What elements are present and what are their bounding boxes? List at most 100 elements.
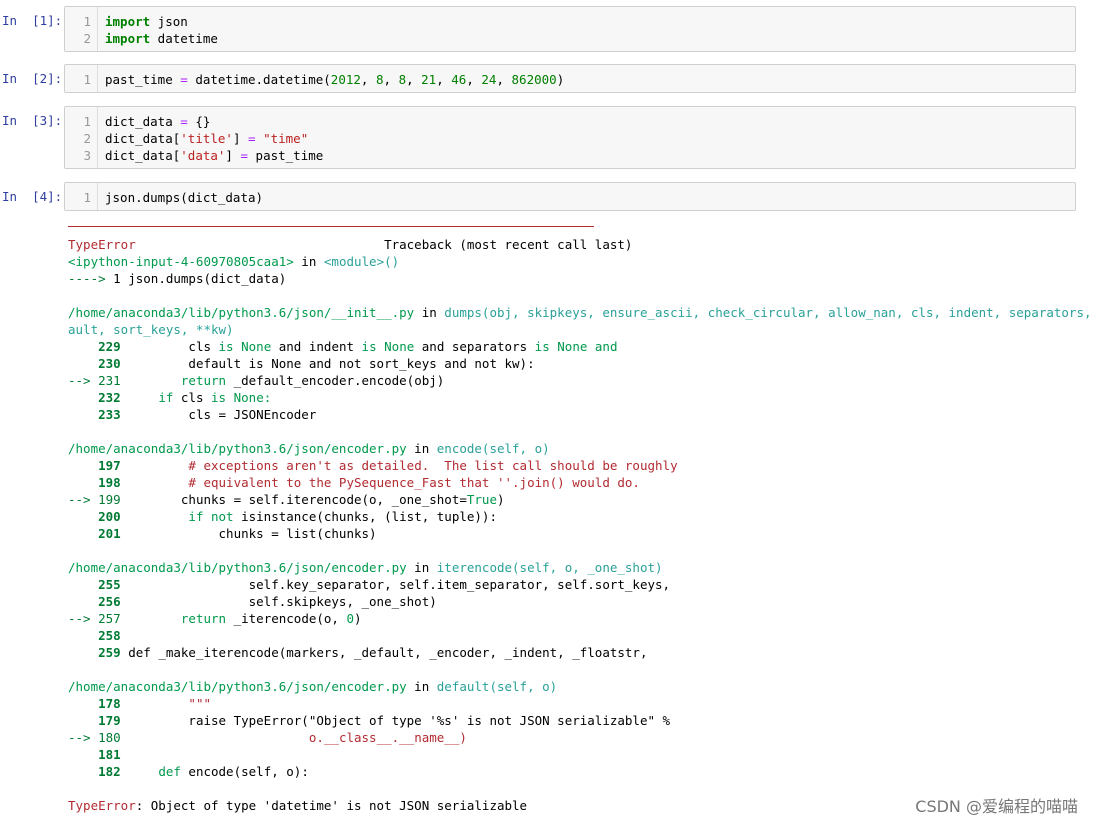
code-line: 1 import json bbox=[65, 13, 1065, 30]
traceback-token: /home/anaconda3/lib/python3.6/json/encod… bbox=[68, 560, 407, 575]
code-editor[interactable]: 1 dict_data = {} 2 dict_data['title'] = "ti… bbox=[64, 106, 1076, 169]
line-number: 1 bbox=[83, 14, 91, 29]
traceback-line: --> 180 o.__class__.__name__) bbox=[68, 729, 467, 746]
traceback-token: /home/anaconda3/lib/python3.6/json/encod… bbox=[68, 679, 407, 694]
code-token: , bbox=[406, 72, 422, 87]
code-editor[interactable]: 1 import json 2 import datetime bbox=[64, 6, 1076, 52]
traceback-token: encode(self, o) bbox=[436, 441, 550, 456]
traceback-line: 233 cls = JSONEncoder bbox=[68, 406, 316, 423]
traceback-token: 258 bbox=[68, 628, 121, 643]
traceback-token: and indent bbox=[271, 339, 362, 354]
traceback-token: isinstance(chunks, (list, tuple)): bbox=[233, 509, 497, 524]
traceback-token: None bbox=[557, 339, 588, 354]
code-token: dict_data[ bbox=[105, 131, 181, 146]
traceback-token: --> 199 bbox=[68, 492, 121, 507]
traceback-token: # exceptions aren't as detailed. The lis… bbox=[188, 458, 678, 473]
traceback-line: --> 199 chunks = self.iterencode(o, _one… bbox=[68, 491, 505, 508]
traceback-token: 201 bbox=[68, 526, 121, 541]
code-editor[interactable]: 1 json.dumps(dict_data) bbox=[64, 182, 1076, 211]
traceback-token: /home/anaconda3/lib/python3.6/json/encod… bbox=[68, 441, 407, 456]
traceback-token: True bbox=[466, 492, 497, 507]
code-text: json.dumps(dict_data) bbox=[105, 189, 263, 206]
traceback-line: 230 default is None and not sort_keys an… bbox=[68, 355, 535, 372]
traceback-line: /home/anaconda3/lib/python3.6/json/encod… bbox=[68, 440, 550, 457]
traceback-token: and separators bbox=[414, 339, 535, 354]
traceback-token: 259 bbox=[68, 645, 121, 660]
traceback-token: is bbox=[218, 339, 234, 354]
code-text: dict_data['data'] = past_time bbox=[105, 147, 323, 164]
traceback-token: 200 bbox=[68, 509, 121, 524]
traceback-token: 232 bbox=[68, 390, 121, 405]
code-token: 8 bbox=[375, 72, 384, 87]
code-line: 1 json.dumps(dict_data) bbox=[65, 189, 1065, 206]
code-line: 2 dict_data['title'] = "time" bbox=[65, 130, 1065, 147]
code-token: = bbox=[240, 148, 249, 163]
traceback-token bbox=[121, 730, 309, 745]
traceback-token: is bbox=[361, 339, 377, 354]
code-token: , bbox=[383, 72, 399, 87]
line-number: 2 bbox=[83, 131, 91, 146]
code-token: json bbox=[150, 14, 188, 29]
code-line: 2 import datetime bbox=[65, 30, 1065, 47]
traceback-token: _default_encoder.encode(obj) bbox=[226, 373, 445, 388]
traceback-token bbox=[121, 764, 159, 779]
traceback-token: def bbox=[158, 764, 181, 779]
traceback-token: /home/anaconda3/lib/python3.6/json/__ini… bbox=[68, 305, 415, 320]
code-token: import bbox=[105, 31, 151, 46]
traceback-token: --> 231 bbox=[68, 373, 121, 388]
traceback-token bbox=[121, 458, 189, 473]
code-token: "time" bbox=[263, 131, 309, 146]
traceback-token: None bbox=[384, 339, 415, 354]
traceback-token: TypeError bbox=[68, 798, 136, 813]
code-token: 21 bbox=[421, 72, 437, 87]
traceback-line: 181 bbox=[68, 746, 121, 763]
traceback-line: 198 # equivalent to the PySequence_Fast … bbox=[68, 474, 640, 491]
traceback-token: in bbox=[406, 679, 437, 694]
traceback-line: 255 self.key_separator, self.item_separa… bbox=[68, 576, 670, 593]
traceback-token: --> 257 bbox=[68, 611, 121, 626]
traceback-token: 179 bbox=[68, 713, 121, 728]
traceback-line: 259 def _make_iterencode(markers, _defau… bbox=[68, 644, 647, 661]
traceback-token: ) bbox=[496, 492, 505, 507]
code-token: datetime.datetime( bbox=[187, 72, 331, 87]
code-token: dict_data bbox=[105, 114, 181, 129]
traceback-token: self.skipkeys, _one_shot) bbox=[120, 594, 437, 609]
traceback-token: default(self, o) bbox=[436, 679, 558, 694]
traceback-token: o.__class__.__name__) bbox=[308, 730, 467, 745]
traceback-token: self.key_separator, self.item_separator,… bbox=[120, 577, 671, 592]
traceback-token bbox=[121, 373, 181, 388]
traceback-token: """ bbox=[120, 696, 211, 711]
code-token: 46 bbox=[451, 72, 467, 87]
line-number: 1 bbox=[83, 72, 91, 87]
code-token: 8 bbox=[398, 72, 407, 87]
input-prompt: In [2]: bbox=[2, 71, 63, 86]
code-token: = bbox=[248, 131, 256, 146]
code-token: , bbox=[496, 72, 512, 87]
traceback-token bbox=[377, 339, 385, 354]
code-token: 2012 bbox=[330, 72, 361, 87]
code-token: datetime bbox=[150, 31, 218, 46]
code-token: 'title' bbox=[180, 131, 233, 146]
traceback-token: _iterencode(o, bbox=[226, 611, 347, 626]
code-editor[interactable]: 1 past_time = datetime.datetime(2012, 8, … bbox=[64, 64, 1076, 93]
traceback-token: # equivalent to the PySequence_Fast that… bbox=[188, 475, 640, 490]
traceback-token: cls = JSONEncoder bbox=[120, 407, 317, 422]
traceback-line: /home/anaconda3/lib/python3.6/json/__ini… bbox=[68, 304, 1094, 321]
code-token: 862000 bbox=[511, 72, 557, 87]
traceback-line: /home/anaconda3/lib/python3.6/json/encod… bbox=[68, 678, 557, 695]
traceback-token: 233 bbox=[68, 407, 121, 422]
code-token: past_time bbox=[248, 148, 324, 163]
traceback-token: def _make_iterencode(markers, _default, … bbox=[120, 645, 648, 660]
traceback-token: : Object of type 'datetime' is not JSON … bbox=[135, 798, 528, 813]
code-text: past_time = datetime.datetime(2012, 8, 8… bbox=[105, 71, 564, 88]
traceback-line: 182 def encode(self, o): bbox=[68, 763, 309, 780]
traceback-token: 182 bbox=[68, 764, 121, 779]
input-prompt: In [4]: bbox=[2, 189, 63, 204]
traceback-line: --> 257 return _iterencode(o, 0) bbox=[68, 610, 362, 627]
traceback-token: ) bbox=[354, 611, 362, 626]
traceback-token: ----> bbox=[68, 271, 106, 286]
traceback-token: chunks = self.iterencode(o, _one_shot= bbox=[120, 492, 467, 507]
code-token: dict_data[ bbox=[105, 148, 181, 163]
traceback-separator bbox=[68, 226, 594, 227]
